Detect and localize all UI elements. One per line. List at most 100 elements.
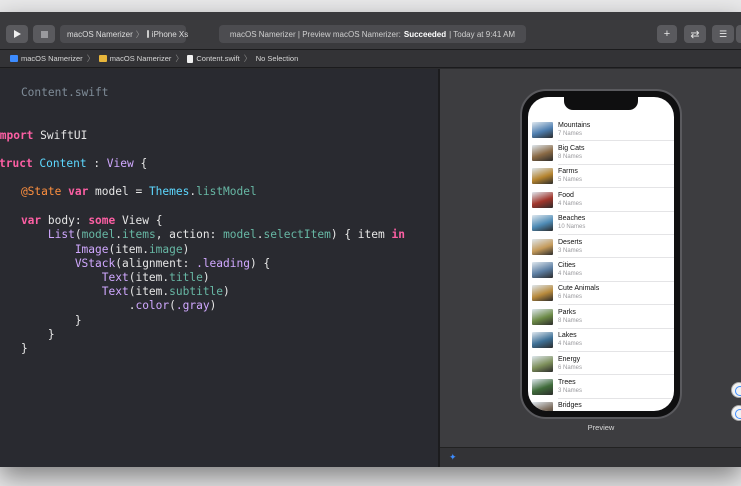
type-name: Text [0, 271, 129, 284]
code-line: import SwiftUI [0, 129, 87, 143]
list-item-text: Mountains 7 Names [558, 122, 590, 138]
scheme-selector[interactable]: macOS Namerizer 〉 iPhone Xs [60, 25, 189, 43]
code-text: (alignment: [115, 257, 197, 270]
live-preview-button[interactable] [731, 382, 741, 398]
list-item-subtitle: 3 Names [558, 247, 583, 254]
list-item-text: Deserts 3 Names [558, 239, 582, 255]
list-item-title: Lakes [558, 332, 577, 340]
list-item[interactable]: Cute Animals 6 Names [528, 282, 674, 306]
code-line: Text(item.title) [0, 271, 210, 285]
add-button[interactable]: + [657, 25, 677, 43]
chevron-right-icon: 〉 [135, 29, 144, 39]
stop-button[interactable] [33, 25, 55, 43]
list-item-subtitle: 3 Names [558, 387, 583, 394]
list-item-thumbnail [532, 332, 553, 349]
title-bar [0, 12, 741, 20]
punct: . [115, 228, 123, 241]
list-item-title: Energy [558, 355, 581, 363]
list-item-thumbnail [532, 378, 553, 395]
pin-icon[interactable]: ✦ [449, 452, 459, 462]
list-item[interactable]: Food 4 Names [528, 188, 674, 212]
list-item-title: Cities [558, 262, 576, 270]
phone-notch [564, 97, 638, 110]
code-text: , action: [155, 228, 224, 241]
list-item[interactable]: Energy 6 Names [528, 352, 674, 376]
punct: ) [223, 285, 230, 298]
preview-label: Preview [587, 423, 615, 432]
keyword: var [20, 214, 42, 227]
code-line: } [20, 342, 28, 355]
code-text: (item. [128, 271, 170, 284]
preview-canvas[interactable]: Mountains 7 Names Big Cats 8 Names Farms 5 Na… [440, 69, 741, 447]
list-item-subtitle: 6 Names [558, 294, 583, 301]
type-name: Content [32, 157, 87, 170]
list-item-subtitle: 5 Names [558, 177, 583, 184]
crumb-selection[interactable]: No Selection [256, 54, 299, 63]
property: subtitle [169, 285, 224, 298]
code-line: @State var model = Themes.listModel [0, 185, 257, 199]
punct: { [148, 214, 163, 227]
attribute: @State [0, 185, 62, 198]
chevron-right-icon: 〉 [175, 54, 184, 63]
code-line: Text(item.subtitle) [0, 285, 230, 299]
list-item-subtitle: 6 Names [558, 364, 583, 371]
code-line: / [0, 72, 1, 86]
list-item[interactable]: Mountains 7 Names [528, 118, 674, 142]
list-item-title: Mountains [558, 121, 591, 129]
editor-layout-button[interactable]: ☰ [712, 25, 734, 43]
type-name: Image [0, 243, 109, 256]
method-name: color [135, 299, 170, 312]
preview-list: Mountains 7 Names Big Cats 8 Names Farms 5 Na… [528, 118, 674, 411]
list-item-thumbnail [532, 238, 553, 255]
jump-bar: macOS Namerizer 〉 macOS Namerizer 〉 Cont… [0, 50, 741, 68]
iphone-frame: Mountains 7 Names Big Cats 8 Names Farms 5 Na… [520, 89, 682, 419]
list-item[interactable]: Parks 8 Names [528, 305, 674, 329]
list-item[interactable]: Trees 3 Names [528, 375, 674, 400]
protocol-name: View [106, 157, 134, 170]
chevron-right-icon: 〉 [243, 54, 252, 63]
punct: ( [169, 299, 176, 312]
source-editor[interactable]: / / Content.swift / import SwiftUI truct… [0, 69, 438, 467]
list-item-text: Lakes 4 Names [558, 332, 582, 348]
list-item[interactable]: Cities 4 Names [528, 258, 674, 283]
list-item[interactable]: Farms 5 Names [528, 165, 674, 189]
crumb-label: Content.swift [196, 54, 240, 63]
inspect-preview-button[interactable] [731, 405, 741, 421]
code-text: ) { item [330, 228, 392, 241]
type-name: List [0, 228, 75, 241]
sidebar-toggle-button[interactable]: ▭ [736, 25, 741, 43]
code-line: / Content.swift [0, 86, 109, 99]
scheme-device: iPhone Xs [151, 29, 189, 39]
crumb-project[interactable]: macOS Namerizer [10, 54, 83, 63]
toolbar: macOS Namerizer 〉 iPhone Xs macOS Nameri… [0, 20, 741, 50]
code-line: - [0, 356, 1, 370]
list-item-title: Food [558, 191, 574, 199]
crumb-label: macOS Namerizer [21, 54, 83, 63]
code-text: (item. [128, 285, 170, 298]
list-item-title: Cute Animals [558, 285, 600, 293]
status-prefix: macOS Namerizer | Preview macOS Namerize… [229, 29, 401, 39]
code-review-button[interactable]: ⇄ [684, 25, 706, 43]
list-item-thumbnail [532, 168, 553, 185]
list-item-subtitle: 8 Names [558, 154, 583, 161]
enum-case: .leading [196, 257, 250, 270]
list-item[interactable]: Bridges4 Names [528, 399, 674, 411]
list-item[interactable]: Lakes 4 Names [528, 329, 674, 353]
code-line: .color(.gray) [0, 299, 217, 313]
list-item-title: Parks [558, 308, 576, 316]
list-item-subtitle: 10 Names [558, 224, 586, 231]
code-line: VStack(alignment: .leading) { [0, 257, 270, 271]
list-item[interactable]: Beaches 10 Names [528, 212, 674, 236]
run-button[interactable] [6, 25, 28, 43]
crumb-folder[interactable]: macOS Namerizer [98, 54, 171, 63]
property: image [148, 243, 183, 256]
chevron-right-icon: 〉 [86, 54, 95, 63]
activity-status: macOS Namerizer | Preview macOS Namerize… [219, 25, 526, 43]
list-item-thumbnail [532, 121, 553, 138]
code-line: truct Content : View { [0, 157, 147, 171]
list-item[interactable]: Deserts 3 Names [528, 235, 674, 259]
list-item[interactable]: Big Cats 8 Names [528, 141, 674, 166]
code-line: var body: some View { [0, 214, 163, 228]
keyword: some [88, 214, 116, 227]
crumb-file[interactable]: Content.swift [187, 54, 240, 63]
